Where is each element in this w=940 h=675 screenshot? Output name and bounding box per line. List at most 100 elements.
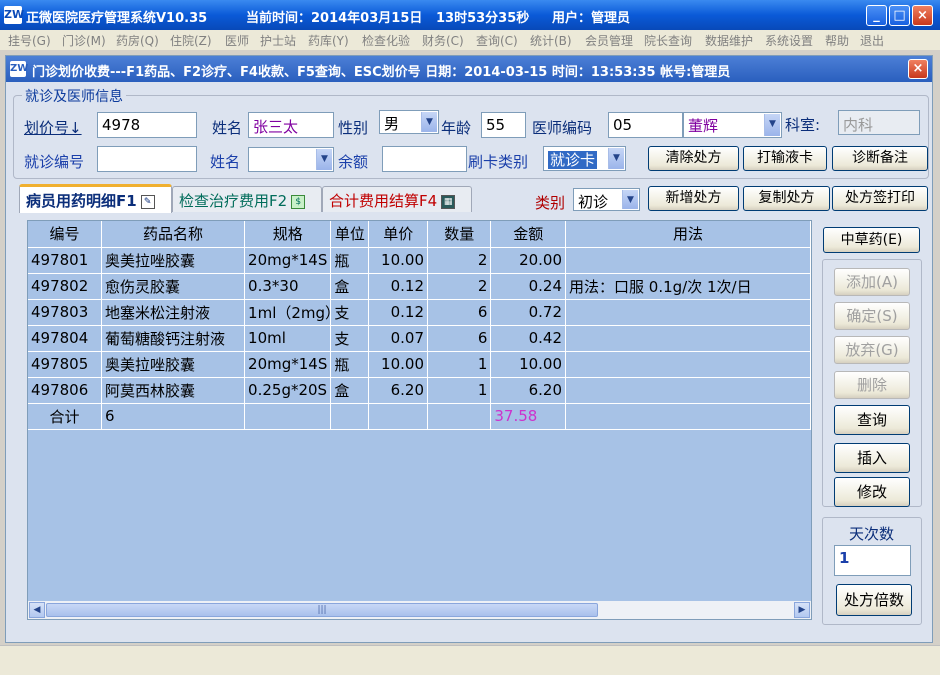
table-row[interactable]: 497803 地塞米松注射液 1ml（2mg） 支 0.12 6 0.72 [28, 299, 811, 326]
cell-spec[interactable]: 1ml（2mg） [244, 299, 332, 326]
cell-code[interactable]: 497804 [28, 325, 102, 352]
drug-detail-grid[interactable]: 编号 药品名称 规格 单位 单价 数量 金额 用法 497801 奥美拉唑胶囊 … [27, 220, 812, 620]
scroll-right-icon[interactable]: ▶ [794, 602, 810, 618]
cell-spec[interactable]: 20mg*14S [244, 351, 332, 378]
menu-finance[interactable]: 财务(C) [422, 32, 464, 49]
days-input[interactable]: 1 [834, 545, 911, 576]
cell-code[interactable]: 497802 [28, 273, 102, 300]
price-no-input[interactable]: 4978 [97, 112, 197, 138]
new-prescription-button[interactable]: 新增处方 [648, 186, 739, 211]
doctor-code-input[interactable]: 05 [608, 112, 683, 138]
print-prescription-button[interactable]: 处方签打印 [832, 186, 928, 211]
herbal-medicine-button[interactable]: 中草药(E) [823, 227, 920, 253]
cell-unit-price[interactable]: 0.07 [368, 325, 428, 352]
age-input[interactable]: 55 [481, 112, 526, 138]
chevron-down-icon[interactable]: ▼ [622, 190, 638, 209]
chevron-down-icon[interactable]: ▼ [316, 149, 332, 170]
menu-pharmacy[interactable]: 药房(Q) [116, 32, 159, 49]
column-header-code[interactable]: 编号 [28, 221, 102, 248]
table-row[interactable]: 497802 愈伤灵胶囊 0.3*30 盒 0.12 2 0.24 用法：口服 … [28, 273, 811, 300]
copy-prescription-button[interactable]: 复制处方 [743, 186, 830, 211]
scroll-left-icon[interactable]: ◀ [29, 602, 45, 618]
column-header-usage[interactable]: 用法 [565, 221, 811, 248]
cell-unit[interactable]: 盒 [330, 377, 370, 404]
menu-outpatient[interactable]: 门诊(M) [62, 32, 106, 49]
menu-nurse-station[interactable]: 护士站 [260, 32, 296, 49]
cell-amount[interactable]: 6.20 [490, 377, 567, 404]
menu-statistics[interactable]: 统计(B) [530, 32, 572, 49]
cell-amount[interactable]: 0.24 [490, 273, 567, 300]
query-button[interactable]: 查询 [834, 405, 910, 435]
clear-prescription-button[interactable]: 清除处方 [648, 146, 739, 171]
cell-usage[interactable] [565, 351, 811, 378]
chevron-down-icon[interactable]: ▼ [608, 148, 624, 169]
cell-unit[interactable]: 支 [330, 299, 370, 326]
cell-code[interactable]: 497803 [28, 299, 102, 326]
visit-no-input[interactable] [97, 146, 197, 172]
column-header-quantity[interactable]: 数量 [427, 221, 492, 248]
close-button[interactable]: × [912, 5, 933, 26]
tab-exam-fees[interactable]: 检查治疗费用F2 $ [172, 186, 322, 212]
table-row[interactable]: 497804 葡萄糖酸钙注射液 10ml 支 0.07 6 0.42 [28, 325, 811, 352]
cell-unit-price[interactable]: 0.12 [368, 299, 428, 326]
cell-drug-name[interactable]: 地塞米松注射液 [101, 299, 246, 326]
column-header-unit[interactable]: 单位 [330, 221, 370, 248]
scrollbar-thumb[interactable]: ||| [46, 603, 598, 617]
cell-drug-name[interactable]: 愈伤灵胶囊 [101, 273, 246, 300]
chevron-down-icon[interactable]: ▼ [421, 112, 437, 132]
cell-unit-price[interactable]: 6.20 [368, 377, 428, 404]
cell-amount[interactable]: 20.00 [490, 247, 567, 274]
card-type-select[interactable]: 就诊卡 ▼ [543, 146, 626, 171]
menu-drug-store[interactable]: 药库(Y) [308, 32, 349, 49]
cell-usage[interactable]: 用法：口服 0.1g/次 1次/日 [565, 273, 811, 300]
cell-spec[interactable]: 10ml [244, 325, 332, 352]
cell-usage[interactable] [565, 247, 811, 274]
tab-drug-detail[interactable]: 病员用药明细F1 ✎ [19, 184, 172, 213]
cell-drug-name[interactable]: 葡萄糖酸钙注射液 [101, 325, 246, 352]
delete-button[interactable]: 删除 [834, 371, 910, 399]
billing-close-button[interactable]: × [908, 59, 928, 79]
cell-unit[interactable]: 支 [330, 325, 370, 352]
cell-usage[interactable] [565, 299, 811, 326]
cell-code[interactable]: 497801 [28, 247, 102, 274]
cell-quantity[interactable]: 6 [427, 325, 492, 352]
doctor-name-select[interactable]: 董辉 ▼ [683, 112, 782, 138]
menu-director-query[interactable]: 院长查询 [644, 32, 692, 49]
maximize-button[interactable]: □ [889, 5, 910, 26]
menu-system-settings[interactable]: 系统设置 [765, 32, 813, 49]
cell-unit[interactable]: 盒 [330, 273, 370, 300]
menu-query[interactable]: 查询(C) [476, 32, 518, 49]
horizontal-scrollbar[interactable]: ◀ ||| ▶ [28, 601, 811, 619]
name2-select[interactable]: ▼ [248, 147, 334, 172]
cell-amount[interactable]: 0.72 [490, 299, 567, 326]
cell-drug-name[interactable]: 奥美拉唑胶囊 [101, 247, 246, 274]
cell-amount[interactable]: 0.42 [490, 325, 567, 352]
cell-quantity[interactable]: 1 [427, 351, 492, 378]
menu-inpatient[interactable]: 住院(Z) [170, 32, 212, 49]
cell-quantity[interactable]: 6 [427, 299, 492, 326]
cell-spec[interactable]: 0.25g*20S [244, 377, 332, 404]
prescription-multiple-button[interactable]: 处方倍数 [836, 584, 912, 616]
menu-registration[interactable]: 挂号(G) [8, 32, 51, 49]
balance-input[interactable] [382, 146, 467, 172]
column-header-drug-name[interactable]: 药品名称 [101, 221, 246, 248]
category-select[interactable]: 初诊 ▼ [573, 188, 640, 211]
menu-member[interactable]: 会员管理 [585, 32, 633, 49]
cell-unit-price[interactable]: 10.00 [368, 351, 428, 378]
patient-name-input[interactable]: 张三太 [248, 112, 334, 138]
cell-spec[interactable]: 20mg*14S [244, 247, 332, 274]
diagnosis-note-button[interactable]: 诊断备注 [832, 146, 928, 171]
table-row[interactable]: 497806 阿莫西林胶囊 0.25g*20S 盒 6.20 1 6.20 [28, 377, 811, 404]
cell-unit[interactable]: 瓶 [330, 247, 370, 274]
chevron-down-icon[interactable]: ▼ [764, 114, 780, 136]
menu-physician[interactable]: 医师 [225, 32, 249, 49]
cell-drug-name[interactable]: 奥美拉唑胶囊 [101, 351, 246, 378]
cell-unit-price[interactable]: 0.12 [368, 273, 428, 300]
cell-code[interactable]: 497806 [28, 377, 102, 404]
cell-usage[interactable] [565, 377, 811, 404]
cell-amount[interactable]: 10.00 [490, 351, 567, 378]
column-header-amount[interactable]: 金额 [490, 221, 567, 248]
add-button[interactable]: 添加(A) [834, 268, 910, 296]
table-row[interactable]: 497805 奥美拉唑胶囊 20mg*14S 瓶 10.00 1 10.00 [28, 351, 811, 378]
cell-unit[interactable]: 瓶 [330, 351, 370, 378]
